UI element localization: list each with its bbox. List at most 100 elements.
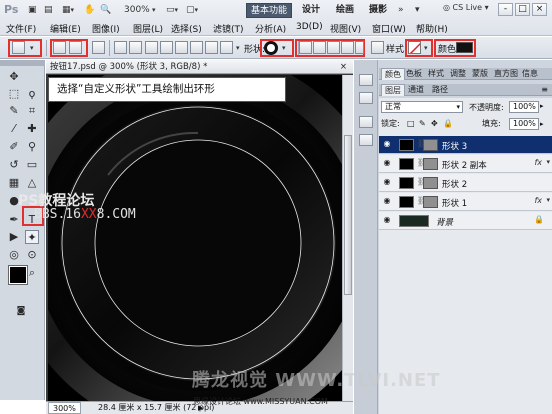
quick-mask-icon[interactable]: ◙ xyxy=(14,304,28,318)
close-button[interactable]: × xyxy=(532,3,547,16)
line-tool-icon[interactable] xyxy=(205,41,218,54)
workspace-menu-icon[interactable]: ▾ xyxy=(415,3,420,18)
polygon-tool-icon[interactable] xyxy=(190,41,203,54)
menu-image[interactable]: 图像(I) xyxy=(92,22,120,35)
exclude-overlap-icon[interactable] xyxy=(355,41,364,54)
view-extras-icon[interactable]: ▦▾ xyxy=(62,3,74,18)
arrange-documents-icon[interactable]: ▭▾ xyxy=(166,3,178,18)
more-workspaces-icon[interactable]: » xyxy=(398,3,404,18)
maximize-button[interactable]: □ xyxy=(515,3,530,16)
tab-layers[interactable]: 图层 xyxy=(381,84,405,96)
no-style-swatch[interactable] xyxy=(408,41,421,54)
status-zoom-field[interactable]: 300% xyxy=(48,402,81,414)
expand-effects-icon[interactable]: ▾ xyxy=(546,196,550,204)
layer-effects-icon[interactable]: fx xyxy=(534,196,542,205)
tab-adjustments[interactable]: 调整 xyxy=(447,68,469,80)
history-panel-icon[interactable] xyxy=(359,74,373,86)
create-new-shape-icon[interactable] xyxy=(299,41,312,54)
fill-field[interactable]: 100% xyxy=(509,118,539,130)
zoom-level[interactable]: 300% ▾ xyxy=(124,3,155,18)
add-to-shape-icon[interactable] xyxy=(313,41,326,54)
vertical-scrollbar[interactable] xyxy=(342,75,353,401)
link-style-icon[interactable] xyxy=(371,41,384,54)
vector-mask-thumbnail[interactable] xyxy=(423,196,438,208)
blur-tool-icon[interactable]: △ xyxy=(25,176,39,190)
tab-masks[interactable]: 蒙版 xyxy=(469,68,491,80)
opacity-slider-icon[interactable]: ▸ xyxy=(540,102,544,110)
tab-channels[interactable]: 通道 xyxy=(405,84,427,96)
workspace-design-link[interactable]: 设计 xyxy=(302,3,320,18)
lock-transparent-icon[interactable]: □ xyxy=(407,118,415,130)
custom-shape-tool-icon[interactable] xyxy=(220,41,233,54)
eyedropper-tool-icon[interactable]: ⁄ xyxy=(7,122,21,136)
intersect-shape-icon[interactable] xyxy=(341,41,354,54)
vector-mask-thumbnail[interactable] xyxy=(423,139,438,151)
zoom-tool-icon[interactable]: ⌕ xyxy=(25,266,39,280)
clone-stamp-tool-icon[interactable]: ⚲ xyxy=(25,140,39,154)
expand-effects-icon[interactable]: ▾ xyxy=(546,158,550,166)
shape-dropdown-icon[interactable]: ▾ xyxy=(282,41,286,56)
minibridge-icon[interactable]: ▤ xyxy=(44,3,53,18)
vector-mask-thumbnail[interactable] xyxy=(423,177,438,189)
rounded-rectangle-tool-icon[interactable] xyxy=(160,41,173,54)
vector-mask-thumbnail[interactable] xyxy=(423,158,438,170)
ellipse-tool-icon[interactable] xyxy=(175,41,188,54)
ring-shape-icon[interactable] xyxy=(264,41,278,55)
fill-slider-icon[interactable]: ▸ xyxy=(540,118,544,130)
foreground-color-swatch[interactable] xyxy=(8,265,28,285)
style-dropdown-icon[interactable]: ▾ xyxy=(424,41,428,56)
tab-styles[interactable]: 样式 xyxy=(425,68,447,80)
menu-layer[interactable]: 图层(L) xyxy=(133,22,163,35)
custom-shape-tool-icon[interactable]: ✦ xyxy=(25,230,39,244)
tab-swatches[interactable]: 色板 xyxy=(403,68,425,80)
menu-select[interactable]: 选择(S) xyxy=(171,22,202,35)
lock-all-icon[interactable]: 🔒 xyxy=(443,118,453,130)
menu-file[interactable]: 文件(F) xyxy=(6,22,36,35)
brush-tool-icon[interactable]: ✐ xyxy=(7,140,21,154)
pen-tool-icon[interactable] xyxy=(114,41,127,54)
crop-tool-icon[interactable]: ⌗ xyxy=(25,104,39,118)
rectangle-tool-icon[interactable] xyxy=(145,41,158,54)
paragraph-panel-icon[interactable] xyxy=(359,134,373,146)
move-tool-icon[interactable]: ✥ xyxy=(7,70,21,84)
layer-row-shape-1[interactable]: ◉ ⛓ 形状 1 fx ▾ xyxy=(379,193,552,211)
visibility-eye-icon[interactable]: ◉ xyxy=(382,178,392,186)
layer-row-shape-3[interactable]: ◉ ⛓ 形状 3 xyxy=(379,136,552,154)
tool-preset-picker-icon[interactable] xyxy=(12,41,25,54)
3d-rotate-tool-icon[interactable]: ◎ xyxy=(7,248,21,262)
visibility-eye-icon[interactable]: ◉ xyxy=(382,216,392,224)
eraser-tool-icon[interactable]: ▭ xyxy=(25,158,39,172)
lock-image-icon[interactable]: ✎ xyxy=(419,118,426,130)
freeform-pen-icon[interactable] xyxy=(129,41,142,54)
tab-histogram[interactable]: 直方图 xyxy=(491,68,521,80)
quick-selection-tool-icon[interactable]: ✎ xyxy=(7,104,21,118)
layer-row-shape-2[interactable]: ◉ ⛓ 形状 2 xyxy=(379,174,552,192)
panel-menu-icon[interactable]: ≡ xyxy=(541,84,548,96)
tab-info[interactable]: 信息 xyxy=(519,68,541,80)
layer-row-background[interactable]: ◉ 背景 🔒 xyxy=(379,212,552,230)
menu-edit[interactable]: 编辑(E) xyxy=(50,22,81,35)
menu-window[interactable]: 窗口(W) xyxy=(372,22,406,35)
shape-layers-mode-icon[interactable] xyxy=(53,41,66,54)
workspace-photography-link[interactable]: 摄影 xyxy=(369,3,387,18)
gradient-tool-icon[interactable]: ▦ xyxy=(7,176,21,190)
tab-paths[interactable]: 路径 xyxy=(429,84,451,96)
document-tab[interactable]: 按钮17.psd @ 300% (形状 3, RGB/8) * × xyxy=(46,60,353,74)
history-brush-tool-icon[interactable]: ↺ xyxy=(7,158,21,172)
preset-dropdown-icon[interactable]: ▾ xyxy=(30,41,34,56)
menu-filter[interactable]: 滤镜(T) xyxy=(213,22,244,35)
lasso-tool-icon[interactable]: ϙ xyxy=(25,87,39,101)
menu-help[interactable]: 帮助(H) xyxy=(416,22,448,35)
scrollbar-thumb[interactable] xyxy=(344,135,352,295)
opacity-field[interactable]: 100% xyxy=(509,101,539,113)
workspace-painting-link[interactable]: 绘画 xyxy=(336,3,354,18)
bridge-icon[interactable]: ▣ xyxy=(28,3,37,18)
canvas[interactable] xyxy=(48,75,342,401)
lock-position-icon[interactable]: ✥ xyxy=(431,118,438,130)
paths-mode-icon[interactable] xyxy=(69,41,82,54)
blend-mode-select[interactable]: 正常 ▾ xyxy=(381,101,463,113)
healing-brush-tool-icon[interactable]: ✚ xyxy=(25,122,39,136)
actions-panel-icon[interactable] xyxy=(359,92,373,104)
close-document-icon[interactable]: × xyxy=(340,60,347,74)
workspace-essentials-button[interactable]: 基本功能 xyxy=(246,3,293,18)
